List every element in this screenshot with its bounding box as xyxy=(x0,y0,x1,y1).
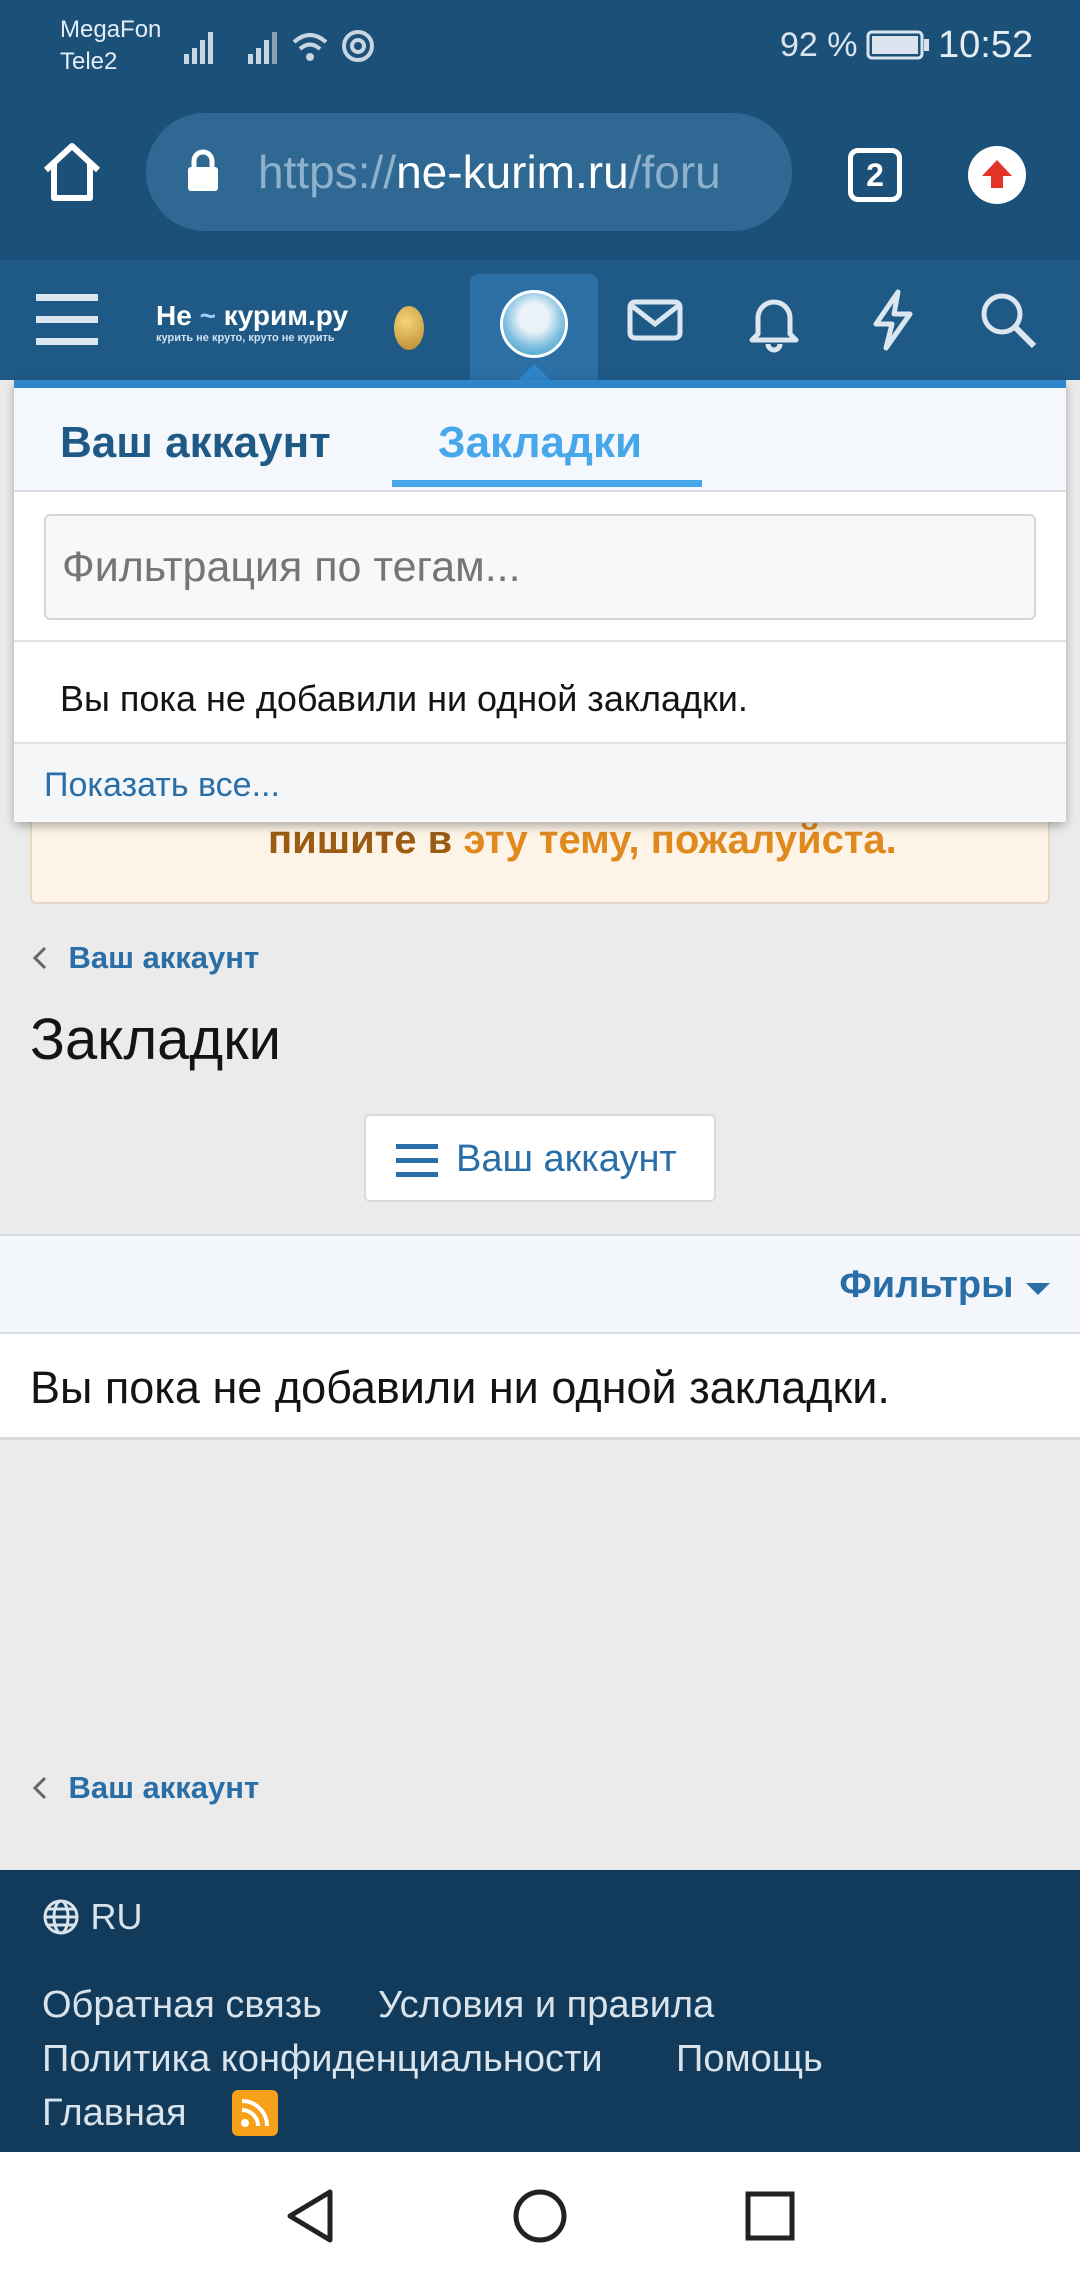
dropdown-footer: Показать все... xyxy=(14,742,1066,822)
footer-link-privacy[interactable]: Политика конфиденциальности xyxy=(42,2038,603,2081)
show-all-link[interactable]: Показать все... xyxy=(44,766,280,805)
rss-icon[interactable] xyxy=(232,2090,278,2136)
menu-icon[interactable] xyxy=(32,284,104,356)
system-nav-bar xyxy=(0,2152,1080,2280)
footer-link-home[interactable]: Главная xyxy=(42,2092,187,2135)
carrier-1: MegaFon xyxy=(60,16,162,43)
site-logo[interactable]: Не ~ курим.ру курить не круто, круто не … xyxy=(156,300,348,344)
battery-icon xyxy=(866,30,929,60)
dropdown-empty-message: Вы пока не добавили ни одной закладки. xyxy=(60,678,748,719)
home-nav-icon[interactable] xyxy=(510,2186,570,2246)
battery-percent: 92 % xyxy=(780,26,858,64)
page-title: Закладки xyxy=(30,1007,282,1072)
tab-your-account[interactable]: Ваш аккаунт xyxy=(60,418,331,468)
filters-label: Фильтры xyxy=(839,1264,1014,1306)
language-selector[interactable]: RU xyxy=(42,1896,142,1938)
bell-icon[interactable] xyxy=(738,284,810,356)
account-dropdown: Ваш аккаунт Закладки Вы пока не добавили… xyxy=(14,380,1066,822)
footer-link-help[interactable]: Помощь xyxy=(676,2038,823,2081)
divider xyxy=(14,640,1066,642)
caret-down-icon xyxy=(1026,1283,1050,1295)
chevron-left-icon xyxy=(32,1776,47,1800)
arrow-up-icon xyxy=(982,160,1012,188)
signal-wifi-icons xyxy=(184,30,374,64)
url-field[interactable]: https://ne-kurim.ru/foru xyxy=(146,113,792,231)
recents-icon[interactable] xyxy=(740,2186,800,2246)
globe-icon xyxy=(43,1899,79,1935)
browser-toolbar: https://ne-kurim.ru/foru 2 xyxy=(0,90,1080,260)
tabs-count-button[interactable]: 2 xyxy=(848,148,902,202)
tag-filter-input[interactable] xyxy=(44,514,1036,620)
notice-text: пишите в xyxy=(268,818,464,862)
breadcrumb-bottom[interactable]: Ваш аккаунт xyxy=(30,1770,259,1806)
footer: RU Обратная связь Условия и правила Поли… xyxy=(0,1870,1080,2152)
clock: 10:52 xyxy=(938,24,1034,66)
filters-button[interactable]: Фильтры xyxy=(839,1264,1050,1307)
back-icon[interactable] xyxy=(282,2186,342,2246)
site-navbar: Не ~ курим.ру курить не круто, круто не … xyxy=(0,260,1080,382)
account-tab[interactable] xyxy=(470,274,598,382)
footer-link-feedback[interactable]: Обратная связь xyxy=(42,1984,322,2027)
breadcrumb-link[interactable]: Ваш аккаунт xyxy=(68,940,259,975)
home-icon[interactable] xyxy=(40,140,104,204)
account-menu-button[interactable]: Ваш аккаунт xyxy=(364,1114,716,1202)
filters-bar: Фильтры xyxy=(0,1234,1080,1334)
footer-link-terms[interactable]: Условия и правила xyxy=(378,1984,714,2027)
lock-icon xyxy=(188,149,218,191)
url-text: https://ne-kurim.ru/foru xyxy=(258,146,721,198)
carrier-2: Tele2 xyxy=(60,48,118,75)
search-icon[interactable] xyxy=(972,284,1044,356)
update-button[interactable] xyxy=(968,146,1026,204)
dropdown-tabs: Ваш аккаунт Закладки xyxy=(14,388,1066,492)
lightning-icon[interactable] xyxy=(856,284,928,356)
avatar xyxy=(500,290,568,358)
language-label: RU xyxy=(90,1896,143,1937)
logo-tagline: курить не круто, круто не курить xyxy=(156,332,335,344)
breadcrumb-bottom-link[interactable]: Ваш аккаунт xyxy=(68,1770,259,1805)
status-bar: MegaFon Tele2 92 % 10:52 xyxy=(0,0,1080,90)
chevron-left-icon xyxy=(32,946,47,970)
hamburger-icon xyxy=(396,1144,438,1177)
bookmarks-list: Вы пока не добавили ни одной закладки. xyxy=(0,1334,1080,1440)
tab-bookmarks[interactable]: Закладки xyxy=(438,418,642,468)
active-tab-indicator xyxy=(392,480,702,487)
golden-egg-icon xyxy=(394,306,424,350)
account-button-label: Ваш аккаунт xyxy=(456,1138,677,1180)
notice-link[interactable]: эту тему, пожалуйста. xyxy=(463,818,896,862)
empty-message: Вы пока не добавили ни одной закладки. xyxy=(30,1362,890,1413)
breadcrumb[interactable]: Ваш аккаунт xyxy=(30,940,259,976)
mail-icon[interactable] xyxy=(620,284,692,356)
tag-filter-field[interactable] xyxy=(46,516,1034,618)
